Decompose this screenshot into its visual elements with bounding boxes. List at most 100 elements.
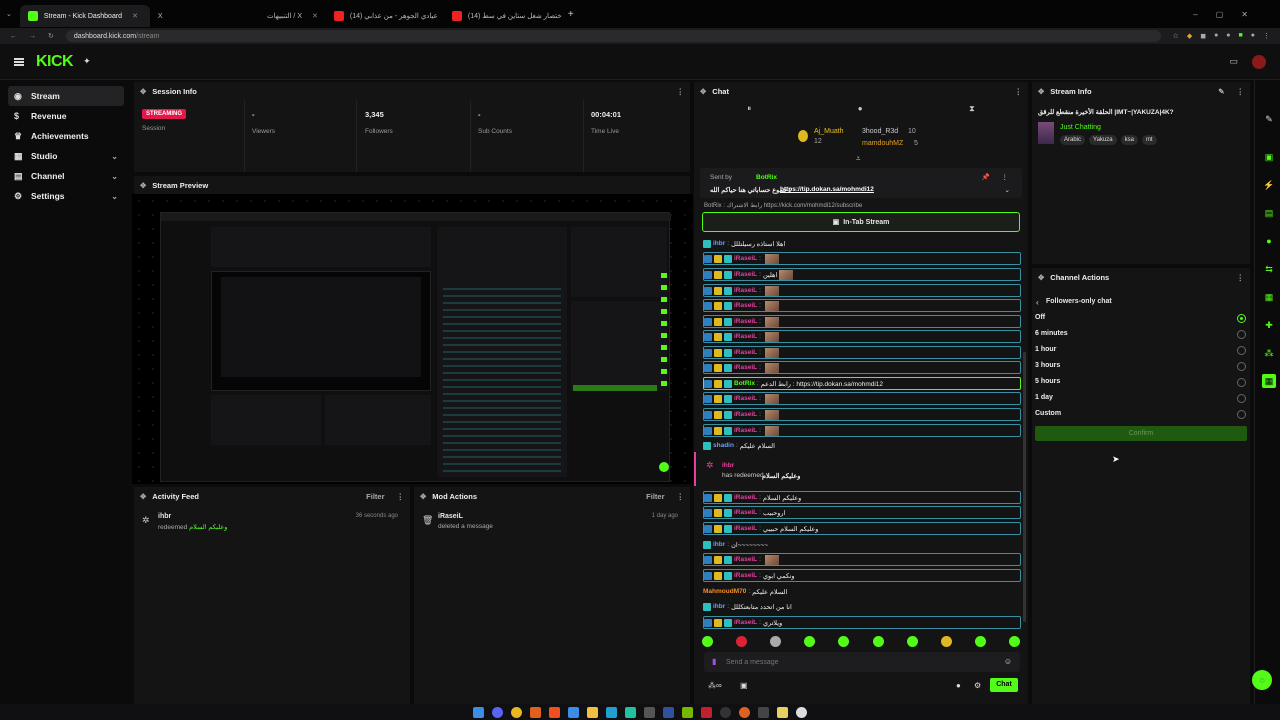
sidebar-item-revenue[interactable]: $ Revenue bbox=[8, 106, 124, 126]
grip-icon[interactable]: ✥ bbox=[1038, 87, 1044, 96]
chat-settings-icon[interactable]: ● bbox=[956, 681, 961, 690]
chat-message[interactable]: iRaseiL: bbox=[703, 392, 1021, 405]
chat-message[interactable]: iRaseiL: bbox=[703, 424, 1021, 437]
chat-message[interactable]: iRaseiL: bbox=[703, 299, 1021, 312]
pinned-link[interactable]: https://tip.dokan.sa/mohmdi12 bbox=[780, 186, 874, 193]
sidebar-item-studio[interactable]: ▦ Studio ⌄ bbox=[8, 146, 124, 166]
chat-username[interactable]: iRaseiL bbox=[734, 572, 757, 579]
chat-username[interactable]: iRaseiL bbox=[734, 556, 757, 563]
chat-username[interactable]: iRaseiL bbox=[734, 494, 757, 501]
chat-message[interactable]: iRaseiL: وعليكم السلام حبيبي bbox=[703, 522, 1021, 535]
folder-icon[interactable] bbox=[587, 706, 598, 718]
chat-username[interactable]: iRaseiL bbox=[734, 333, 757, 340]
option-label[interactable]: 1 day bbox=[1035, 394, 1053, 401]
chat-username[interactable]: iRaseiL bbox=[734, 318, 757, 325]
mic-icon[interactable]: ▮ bbox=[712, 657, 716, 666]
rail-bolt-icon[interactable]: ⚡ bbox=[1262, 178, 1276, 192]
chrome-icon[interactable] bbox=[511, 706, 522, 718]
pause-icon[interactable]: ⏸ bbox=[747, 104, 751, 116]
category-name[interactable]: Just Chatting bbox=[1060, 124, 1101, 131]
chat-message[interactable]: iRaseiL: ويلاتري bbox=[703, 616, 1021, 629]
chat-message[interactable]: iRaseiL: bbox=[703, 330, 1021, 343]
new-tab-button[interactable]: + bbox=[568, 9, 574, 20]
windows-start-icon[interactable] bbox=[473, 706, 484, 718]
collapse-icon[interactable]: ⩡ bbox=[856, 154, 861, 164]
option-label[interactable]: 6 minutes bbox=[1035, 330, 1068, 337]
chat-username[interactable]: MahmoudM70 bbox=[703, 588, 746, 595]
stream-preview-video[interactable] bbox=[132, 194, 693, 484]
chat-bubble-icon[interactable]: ● bbox=[858, 104, 863, 116]
emote-icon[interactable] bbox=[702, 636, 713, 647]
chat-username[interactable]: BotRix bbox=[734, 380, 755, 387]
hourglass-icon[interactable]: ⧗ bbox=[969, 104, 975, 116]
chat-username[interactable]: iRaseiL bbox=[734, 287, 757, 294]
close-icon[interactable]: ✕ bbox=[312, 12, 318, 20]
radio-button[interactable] bbox=[1237, 394, 1246, 403]
chat-username[interactable]: iRaseiL bbox=[734, 302, 757, 309]
rail-add-icon[interactable]: ✎ bbox=[1262, 112, 1276, 126]
chat-message[interactable]: iRaseiL: bbox=[703, 284, 1021, 297]
chat-username[interactable]: iRaseiL bbox=[734, 619, 757, 626]
chat-username[interactable]: ihbr bbox=[713, 541, 725, 548]
chat-username[interactable]: iRaseiL bbox=[734, 427, 757, 434]
nvidia-icon[interactable] bbox=[682, 706, 693, 718]
more-icon[interactable]: ⋮ bbox=[1237, 87, 1245, 96]
chat-username[interactable]: iRaseiL bbox=[734, 349, 757, 356]
grip-icon[interactable]: ✥ bbox=[140, 181, 146, 190]
app-icon[interactable] bbox=[625, 706, 636, 718]
option-label[interactable]: Custom bbox=[1035, 410, 1061, 417]
chat-username[interactable]: iRaseiL bbox=[734, 525, 757, 532]
users-icon[interactable]: ⁂∞ bbox=[708, 681, 722, 690]
grip-icon[interactable]: ✥ bbox=[140, 492, 146, 501]
app-icon[interactable] bbox=[796, 706, 807, 718]
back-arrow-icon[interactable]: ‹ bbox=[1036, 298, 1039, 307]
chat-input-box[interactable]: ▮ ☺ bbox=[704, 652, 1020, 672]
chat-message[interactable]: BotRix: رابط الدعم : https://tip.dokan.sa… bbox=[703, 377, 1021, 390]
chat-message[interactable]: iRaseiL: bbox=[703, 553, 1021, 566]
chat-username[interactable]: shadin bbox=[713, 442, 734, 449]
grip-icon[interactable]: ✥ bbox=[420, 492, 426, 501]
close-icon[interactable]: ✕ bbox=[132, 12, 138, 20]
redeem-user[interactable]: ihbr bbox=[722, 462, 734, 469]
emote-icon[interactable] bbox=[804, 636, 816, 647]
kick-logo[interactable]: KICK bbox=[36, 53, 74, 71]
app-icon[interactable] bbox=[530, 706, 541, 718]
chat-message[interactable]: iRaseiL: bbox=[703, 361, 1021, 374]
sidebar-item-channel[interactable]: ▤ Channel ⌄ bbox=[8, 166, 124, 186]
rail-chat-icon[interactable]: ● bbox=[1262, 234, 1276, 248]
url-field[interactable]: dashboard.kick.com/stream bbox=[65, 30, 1161, 42]
chat-message[interactable]: iRaseiL: ونكمي ابوي bbox=[703, 569, 1021, 582]
chat-username[interactable]: iRaseiL bbox=[734, 255, 757, 262]
more-icon[interactable]: ⋮ bbox=[677, 492, 685, 501]
tab-x-notifications[interactable]: التنبيهات / X ✕ bbox=[210, 5, 326, 27]
extension-icons[interactable]: ☆ ◆ ◼ ● ● ■ ● ⋮ bbox=[1173, 32, 1270, 40]
sidebar-item-settings[interactable]: ⚙ Settings ⌄ bbox=[8, 186, 124, 206]
chat-message-input[interactable] bbox=[726, 655, 986, 669]
option-label[interactable]: Off bbox=[1035, 314, 1045, 321]
edit-icon[interactable]: ✎ bbox=[1218, 87, 1224, 96]
chat-username[interactable]: iRaseiL bbox=[734, 395, 757, 402]
rail-people-icon[interactable]: ⁂ bbox=[1262, 346, 1276, 360]
gift-icon[interactable]: ▣ bbox=[740, 681, 748, 690]
pin-icon[interactable]: 📌 bbox=[982, 173, 990, 181]
more-icon[interactable]: ⋮ bbox=[677, 87, 685, 96]
radio-button[interactable] bbox=[1237, 378, 1246, 387]
discord-icon[interactable] bbox=[492, 706, 503, 718]
chat-username[interactable]: iRaseiL bbox=[734, 271, 757, 278]
in-tab-stream-button[interactable]: ▣ In-Tab Stream bbox=[702, 212, 1020, 232]
tab-youtube-1[interactable]: (14) عيادي الجوهر - من عذابي ✕ bbox=[326, 5, 444, 27]
emote-icon[interactable] bbox=[906, 636, 918, 647]
chat-message[interactable]: iRaseiL: bbox=[703, 408, 1021, 421]
chat-message[interactable]: iRaseiL: اروحبيب bbox=[703, 506, 1021, 519]
sidebar-item-stream[interactable]: ◉ Stream bbox=[8, 86, 124, 106]
chat-message[interactable]: ihbr: انا من اتحدد متابعتكللل bbox=[703, 600, 1021, 613]
chat-message[interactable]: iRaseiL: bbox=[703, 252, 1021, 265]
emoji-icon[interactable]: ☺ bbox=[1004, 657, 1012, 666]
tab-list-icon[interactable]: ⌄ bbox=[6, 10, 12, 18]
confirm-button[interactable]: Confirm bbox=[1035, 426, 1247, 441]
tab-youtube-2[interactable]: (14) اختصار شغل ستاين في سط ✕ bbox=[444, 5, 562, 27]
chat-message[interactable]: ihbr: ان~~~~~~~~ bbox=[703, 538, 1021, 551]
firefox-icon[interactable] bbox=[739, 706, 750, 718]
emote-icon[interactable] bbox=[770, 636, 782, 647]
chat-username[interactable]: iRaseiL bbox=[734, 509, 757, 516]
